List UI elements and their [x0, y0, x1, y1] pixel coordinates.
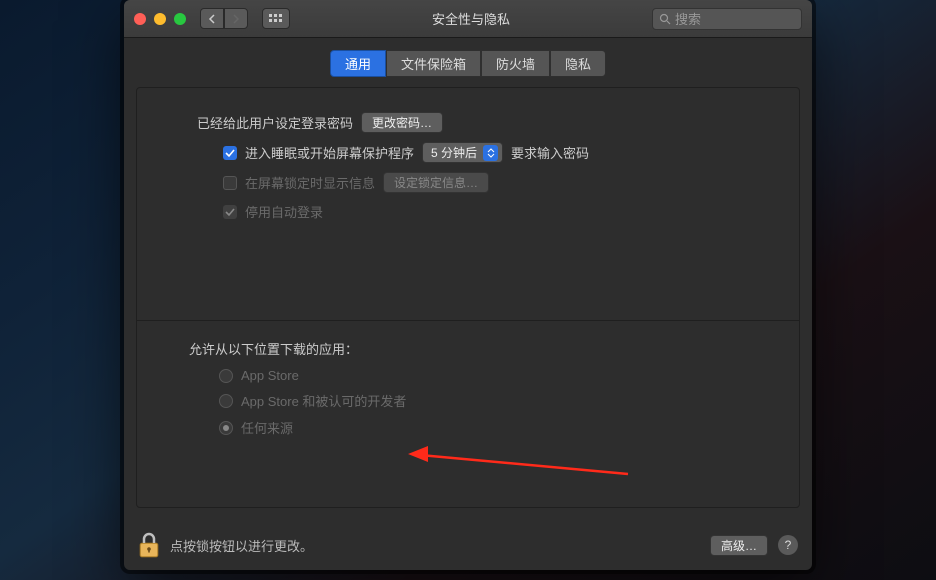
close-button[interactable]: [134, 13, 146, 25]
preferences-window: 安全性与隐私 搜索 通用 文件保险箱 防火墙 隐私 已经给此用户设定登录密码 更…: [124, 0, 812, 570]
show-lock-message-checkbox: [223, 176, 237, 190]
footer: 点按锁按钮以进行更改。 高级… ?: [124, 520, 812, 570]
select-value: 5 分钟后: [431, 144, 477, 161]
require-password-pre: 进入睡眠或开始屏幕保护程序: [245, 143, 414, 162]
lock-text: 点按锁按钮以进行更改。: [170, 536, 313, 555]
show-lock-message-label: 在屏幕锁定时显示信息: [245, 173, 375, 192]
forward-button[interactable]: [224, 8, 248, 29]
show-all-button[interactable]: [262, 8, 290, 29]
tab-privacy[interactable]: 隐私: [550, 50, 606, 77]
search-placeholder: 搜索: [675, 9, 701, 28]
advanced-button[interactable]: 高级…: [710, 535, 768, 556]
change-password-button[interactable]: 更改密码…: [361, 112, 443, 133]
tab-bar: 通用 文件保险箱 防火墙 隐私: [136, 50, 800, 77]
radio-app-store: [219, 369, 233, 383]
set-lock-message-button: 设定锁定信息…: [383, 172, 489, 193]
search-icon: [659, 13, 671, 25]
radio-anywhere-label: 任何来源: [241, 418, 293, 437]
window-title: 安全性与隐私: [298, 9, 644, 28]
panel: 已经给此用户设定登录密码 更改密码… 进入睡眠或开始屏幕保护程序 5 分钟后: [136, 87, 800, 508]
titlebar: 安全性与隐私 搜索: [124, 0, 812, 38]
allow-apps-heading: 允许从以下位置下载的应用：: [189, 339, 759, 358]
disable-autologin-checkbox: [223, 205, 237, 219]
require-password-post: 要求输入密码: [511, 143, 589, 162]
search-input[interactable]: 搜索: [652, 8, 802, 30]
require-password-delay-select[interactable]: 5 分钟后: [422, 142, 503, 163]
require-password-checkbox[interactable]: [223, 146, 237, 160]
tab-general[interactable]: 通用: [330, 50, 386, 77]
tab-filevault[interactable]: 文件保险箱: [386, 50, 481, 77]
annotation-arrow: [408, 440, 638, 480]
disable-autologin-label: 停用自动登录: [245, 202, 323, 221]
traffic-lights: [134, 13, 186, 25]
back-button[interactable]: [200, 8, 224, 29]
help-button[interactable]: ?: [778, 535, 798, 555]
lock-icon[interactable]: [138, 532, 160, 558]
chevron-updown-icon: [483, 145, 498, 161]
zoom-button[interactable]: [174, 13, 186, 25]
tab-firewall[interactable]: 防火墙: [481, 50, 550, 77]
login-password-label: 已经给此用户设定登录密码: [197, 113, 353, 132]
radio-identified-dev: [219, 394, 233, 408]
radio-anywhere: [219, 421, 233, 435]
radio-identified-dev-label: App Store 和被认可的开发者: [241, 391, 406, 410]
radio-app-store-label: App Store: [241, 368, 299, 383]
divider: [137, 320, 799, 321]
minimize-button[interactable]: [154, 13, 166, 25]
